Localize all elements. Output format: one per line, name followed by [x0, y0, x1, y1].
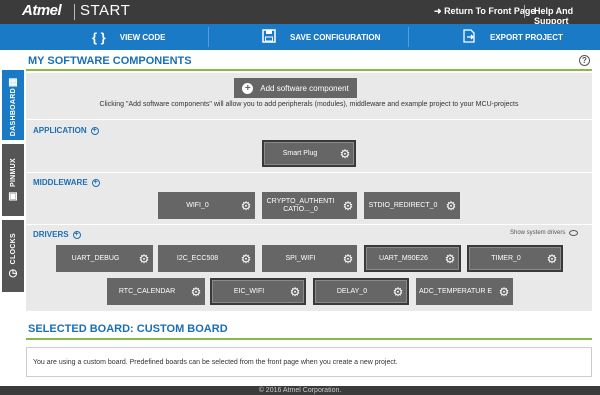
board-info-text: You are using a custom board. Predefined…: [33, 359, 398, 366]
help-and-support-link[interactable]: Help And Support: [534, 6, 600, 26]
tab-pinmux-label: PINMUX: [9, 157, 17, 188]
gear-icon[interactable]: ⚙: [339, 252, 357, 266]
application-label: APPLICATION: [33, 126, 87, 135]
gear-icon[interactable]: ⚙: [389, 285, 407, 299]
section-divider: [26, 224, 592, 225]
component-spi-wifi[interactable]: SPI_WIFI ⚙: [262, 245, 357, 272]
component-label: SPI_WIFI: [285, 254, 316, 262]
section-divider: [26, 119, 592, 120]
drivers-label: DRIVERS: [33, 230, 69, 239]
component-label: CRYPTO_AUTHENTI CATIO..._0: [266, 197, 335, 213]
chip-icon: ▣: [8, 191, 18, 203]
action-bar: { } VIEW CODE SAVE CONFIGURATION EXPORT …: [0, 24, 600, 50]
footer-copyright: © 2016 Atmel Corporation.: [0, 386, 600, 395]
gear-icon[interactable]: ⚙: [286, 285, 304, 299]
gear-icon[interactable]: ⚙: [495, 285, 513, 299]
tab-clocks[interactable]: CLOCKS ◷: [2, 220, 24, 292]
component-label: UART_M90E26: [379, 254, 428, 262]
software-components-title: MY SOFTWARE COMPONENTS: [28, 55, 192, 67]
add-middleware-icon[interactable]: +: [91, 178, 100, 187]
component-label: ADC_TEMPERATUR E: [419, 287, 492, 295]
save-configuration-button[interactable]: SAVE CONFIGURATION: [262, 24, 380, 50]
tab-dashboard-label: DASHBOARD: [9, 88, 17, 137]
component-adc-temperature[interactable]: ADC_TEMPERATUR E ⚙: [416, 278, 513, 305]
gear-icon[interactable]: ⚙: [336, 147, 354, 161]
return-arrow-icon: ➜: [434, 6, 442, 16]
component-label: WIFI_0: [186, 201, 209, 209]
component-label: RTC_CALENDAR: [118, 287, 176, 295]
gear-icon[interactable]: ⚙: [135, 252, 153, 266]
component-delay-0[interactable]: DELAY_0 ⚙: [313, 278, 409, 305]
add-component-hint: Clicking "Add software components" will …: [99, 101, 519, 108]
top-link-divider: [524, 5, 525, 18]
gear-icon[interactable]: ⚙: [237, 199, 255, 213]
show-system-drivers-toggle[interactable]: Show system drivers: [510, 230, 579, 236]
view-code-label: VIEW CODE: [119, 32, 166, 42]
component-label: UART_DEBUG: [71, 254, 120, 262]
board-title-underline: [26, 338, 592, 340]
show-system-drivers-label: Show system drivers: [510, 230, 566, 236]
component-label: TIMER_0: [491, 254, 521, 262]
gear-icon[interactable]: ⚙: [237, 252, 255, 266]
gear-icon[interactable]: ⚙: [187, 285, 205, 299]
tab-clocks-label: CLOCKS: [9, 232, 17, 265]
drivers-section-header: DRIVERS +: [33, 230, 81, 239]
export-project-label: EXPORT PROJECT: [490, 32, 563, 42]
help-icon[interactable]: ?: [579, 55, 590, 66]
component-timer-0[interactable]: TIMER_0 ⚙: [467, 245, 563, 272]
clock-icon: ◷: [8, 268, 18, 280]
component-i2c-ecc508[interactable]: I2C_ECC508 ⚙: [158, 245, 255, 272]
add-driver-icon[interactable]: +: [72, 230, 81, 239]
component-label: Smart Plug: [282, 149, 318, 157]
top-bar: Atmel START ➜ Return To Front Page Help …: [0, 0, 600, 26]
application-section-header: APPLICATION +: [33, 126, 99, 135]
action-divider: [208, 27, 209, 47]
gear-icon[interactable]: ⚙: [442, 199, 460, 213]
add-application-icon[interactable]: +: [90, 126, 99, 135]
action-divider: [408, 27, 409, 47]
save-configuration-label: SAVE CONFIGURATION: [290, 32, 381, 42]
gear-icon[interactable]: ⚙: [543, 252, 561, 266]
component-crypto-authentication[interactable]: CRYPTO_AUTHENTI CATIO..._0 ⚙: [262, 192, 357, 219]
dashboard-icon: ▦: [8, 77, 18, 89]
component-label: DELAY_0: [336, 287, 368, 295]
logo-divider: [74, 4, 75, 20]
component-uart-debug[interactable]: UART_DEBUG ⚙: [56, 245, 153, 272]
selected-board-title: SELECTED BOARD: CUSTOM BOARD: [28, 323, 228, 335]
tab-pinmux[interactable]: PINMUX ▣: [2, 144, 24, 216]
add-software-component-button[interactable]: + Add software component: [234, 78, 357, 98]
component-smart-plug[interactable]: Smart Plug ⚙: [262, 140, 356, 167]
tab-dashboard[interactable]: ▦ DASHBOARD: [2, 70, 24, 140]
component-stdio-redirect[interactable]: STDIO_REDIRECT_0 ⚙: [364, 192, 460, 219]
return-to-front-page-link[interactable]: ➜ Return To Front Page: [434, 6, 535, 17]
plus-icon: +: [242, 82, 254, 94]
gear-icon[interactable]: ⚙: [441, 252, 459, 266]
product-name: START: [80, 2, 131, 19]
middleware-label: MIDDLEWARE: [33, 178, 88, 187]
export-icon: [462, 28, 476, 46]
component-label: EIC_WIFI: [233, 287, 265, 295]
save-disk-icon: [262, 28, 276, 46]
component-label: I2C_ECC508: [176, 254, 219, 262]
middleware-section-header: MIDDLEWARE +: [33, 178, 100, 187]
component-label: STDIO_REDIRECT_0: [368, 201, 438, 209]
component-wifi-0[interactable]: WIFI_0 ⚙: [158, 192, 255, 219]
braces-icon: { }: [92, 29, 106, 45]
component-uart-m90e26[interactable]: UART_M90E26 ⚙: [364, 245, 461, 272]
add-software-component-label: Add software component: [260, 83, 349, 93]
view-code-button[interactable]: { } VIEW CODE: [92, 24, 166, 50]
gear-icon[interactable]: ⚙: [339, 199, 357, 213]
component-rtc-calendar[interactable]: RTC_CALENDAR ⚙: [107, 278, 205, 305]
return-link-label: Return To Front Page: [444, 6, 536, 16]
atmel-logo[interactable]: Atmel: [22, 2, 62, 19]
title-underline: [26, 69, 592, 71]
export-project-button[interactable]: EXPORT PROJECT: [462, 24, 563, 50]
component-eic-wifi[interactable]: EIC_WIFI ⚙: [210, 278, 306, 305]
section-divider: [26, 172, 592, 173]
eye-icon: [569, 230, 579, 236]
